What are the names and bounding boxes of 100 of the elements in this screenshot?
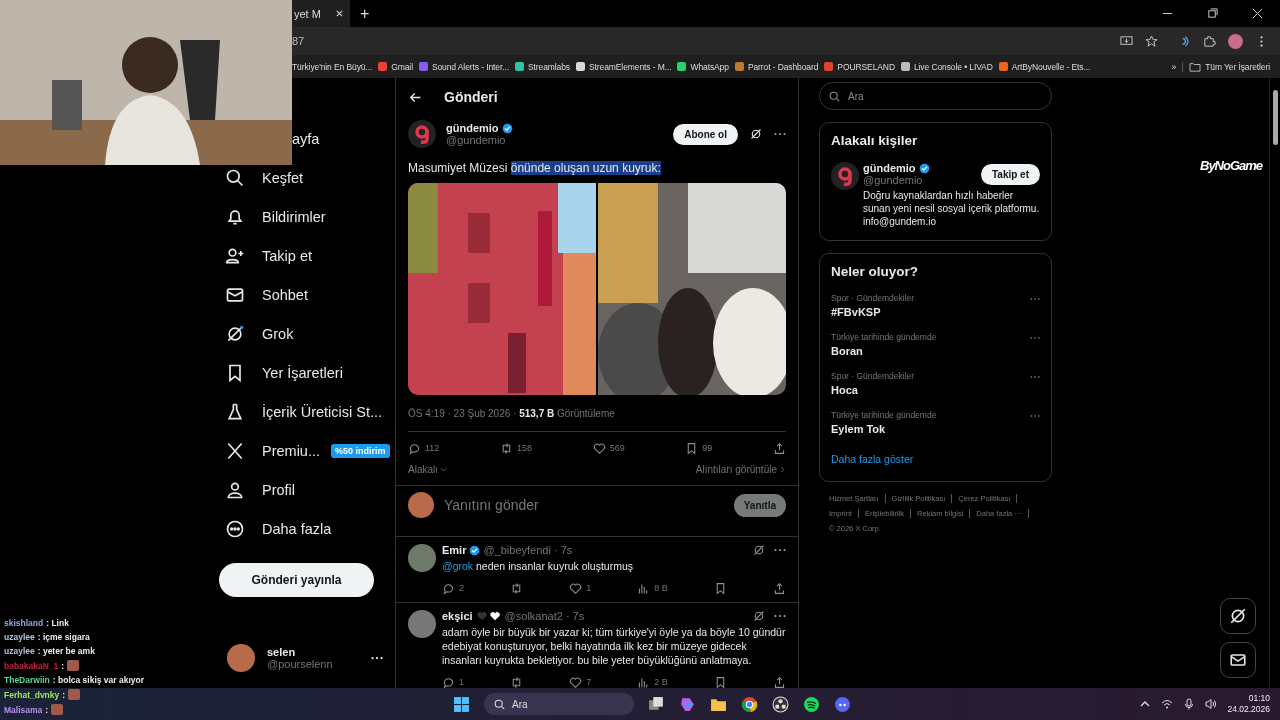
nav-item[interactable]: Profil: [215, 470, 395, 509]
sort-dropdown[interactable]: Alakalı: [408, 464, 447, 475]
post-action-button[interactable]: 112: [408, 441, 440, 455]
nav-item[interactable]: Yer İşaretleri: [215, 353, 395, 392]
more-bookmarks-button[interactable]: »: [1171, 61, 1177, 72]
account-switcher[interactable]: selen @pourselenn: [215, 644, 395, 672]
reply-action-button[interactable]: 2 B: [637, 675, 668, 688]
reply-action-button[interactable]: 2: [442, 581, 464, 595]
discord-icon[interactable]: [834, 695, 851, 713]
trend-name[interactable]: Boran: [831, 345, 937, 357]
all-bookmarks-link[interactable]: Tüm Yer İşaretleri: [1182, 61, 1270, 72]
nav-item[interactable]: Keşfet: [215, 158, 395, 197]
trend-name[interactable]: #FBvKSP: [831, 306, 915, 318]
bookmark-link[interactable]: POURSELAND: [824, 61, 895, 72]
post-action-button[interactable]: 99: [685, 441, 713, 455]
star-icon[interactable]: [1145, 34, 1158, 48]
bookmark-link[interactable]: Sound Alerts - Inter...: [418, 61, 509, 72]
grok-button[interactable]: [1220, 598, 1256, 634]
puzzle-icon[interactable]: [1203, 34, 1216, 48]
photo-placeholder[interactable]: [408, 183, 596, 395]
reply-action-button[interactable]: 7: [569, 675, 592, 688]
nav-item[interactable]: Grok: [215, 314, 395, 353]
post-timestamp: ÖS 4:19 · 23 Şub 2026 · 513,7 B Görüntüleme: [408, 408, 786, 432]
author-name[interactable]: ekşici: [442, 610, 473, 622]
chrome-icon[interactable]: [741, 695, 758, 713]
nav-icon: [225, 440, 245, 461]
profile-avatar[interactable]: [1228, 33, 1243, 49]
chat-message: :: [61, 660, 65, 671]
reply-action-button[interactable]: [772, 675, 786, 688]
close-icon[interactable]: [1252, 8, 1263, 19]
photo-placeholder[interactable]: [598, 183, 786, 395]
nav-icon: [225, 401, 245, 422]
close-icon[interactable]: [334, 9, 344, 18]
trend-name[interactable]: Eylem Tok: [831, 423, 937, 435]
post-action-button[interactable]: 569: [592, 441, 625, 455]
bookmark-link[interactable]: Türkiye'nin En Büyü...: [292, 61, 373, 72]
bookmark-link[interactable]: ArtByNouvelle - Ets...: [998, 61, 1091, 72]
bookmark-link[interactable]: Live Console • LIVAD: [900, 61, 993, 72]
trend-context: Spor · Gündemdekiler: [831, 293, 915, 303]
person-name[interactable]: gündemio: [863, 162, 916, 174]
back-arrow-icon[interactable]: [409, 90, 422, 104]
microphone-icon[interactable]: [1183, 698, 1196, 710]
chat-message: :: [62, 689, 66, 700]
account-handle: @pourselenn: [267, 658, 333, 670]
show-more-link[interactable]: Daha fazla göster: [831, 453, 1040, 465]
search-field[interactable]: Ara: [819, 82, 1052, 110]
nav-label: İçerik Üreticisi St...: [262, 403, 383, 420]
bookmark-link[interactable]: Gmail: [378, 61, 413, 72]
nav-item[interactable]: Sohbet: [215, 275, 395, 314]
nav-item[interactable]: Premiu... %50 indirim: [215, 431, 395, 470]
reply-action-button[interactable]: 8 B: [637, 581, 668, 595]
view-quotes-link[interactable]: Alıntıları görüntüle: [695, 464, 786, 475]
nav-item[interactable]: Daha fazla: [215, 509, 395, 548]
clock-time[interactable]: 01:10: [1248, 693, 1270, 704]
chat-message: : içme sigara: [37, 632, 90, 642]
nav-item[interactable]: İçerik Üreticisi St...: [215, 392, 395, 431]
bookmark-link[interactable]: Streamlabs: [515, 61, 570, 72]
browser-tab[interactable]: yet M: [292, 0, 350, 27]
nav-label: Premiu...: [262, 442, 320, 459]
chat-username: Malisama: [4, 704, 43, 715]
obs-icon[interactable]: [772, 695, 789, 713]
windows-start-icon[interactable]: [453, 695, 470, 713]
author-name[interactable]: gündemio: [446, 122, 499, 134]
scrollbar[interactable]: [1269, 78, 1280, 688]
trend-context: Spor · Gündemdekiler: [831, 371, 915, 381]
post-action-button[interactable]: [773, 441, 786, 455]
wifi-icon[interactable]: [1161, 698, 1174, 710]
author-name[interactable]: Emir: [442, 544, 467, 556]
follow-button[interactable]: Takip et: [980, 163, 1040, 185]
bookmark-link[interactable]: WhatsApp: [677, 61, 729, 72]
reply-action-button[interactable]: 1: [569, 581, 592, 595]
taskbar-search-field[interactable]: Ara: [484, 693, 634, 715]
messages-button[interactable]: [1220, 642, 1256, 678]
author-handle[interactable]: @gundemio: [446, 134, 513, 146]
reply-action-button[interactable]: [772, 581, 786, 595]
task-view-icon[interactable]: [648, 695, 665, 713]
restore-icon[interactable]: [1207, 8, 1218, 19]
subscribe-button[interactable]: Abone ol: [673, 123, 738, 145]
install-icon[interactable]: [1120, 34, 1133, 48]
reply-field[interactable]: Yanıtını gönder: [442, 496, 726, 514]
grok-icon[interactable]: [753, 544, 765, 556]
reply-action-button[interactable]: 1: [442, 675, 464, 688]
nav-item[interactable]: Bildirimler: [215, 197, 395, 236]
volume-icon[interactable]: [1205, 698, 1218, 710]
spotify-icon[interactable]: [803, 695, 820, 713]
bookmark-link[interactable]: Parrot - Dashboard: [734, 61, 819, 72]
post-button[interactable]: Gönderi yayınla: [219, 563, 374, 597]
bookmark-link[interactable]: StreamElements - M...: [576, 61, 672, 72]
new-tab-button[interactable]: +: [359, 4, 370, 23]
clock-date[interactable]: 24.02.2026: [1227, 704, 1270, 715]
post-action-button[interactable]: 158: [500, 441, 533, 455]
trend-name[interactable]: Hoca: [831, 384, 915, 396]
nav-item[interactable]: Takip et: [215, 236, 395, 275]
copilot-icon[interactable]: [679, 695, 696, 713]
more-icon[interactable]: [371, 656, 383, 660]
grok-icon[interactable]: [753, 610, 765, 622]
person-bio: Doğru kaynaklardan hızlı haberler sunan yeni nesil sosyal içerik platformu. info@gundem.io: [863, 189, 1040, 228]
person-handle[interactable]: @gundemio: [863, 174, 930, 186]
nav-item[interactable]: ayfa: [292, 119, 395, 158]
reply-button[interactable]: Yanıtla: [733, 493, 786, 517]
